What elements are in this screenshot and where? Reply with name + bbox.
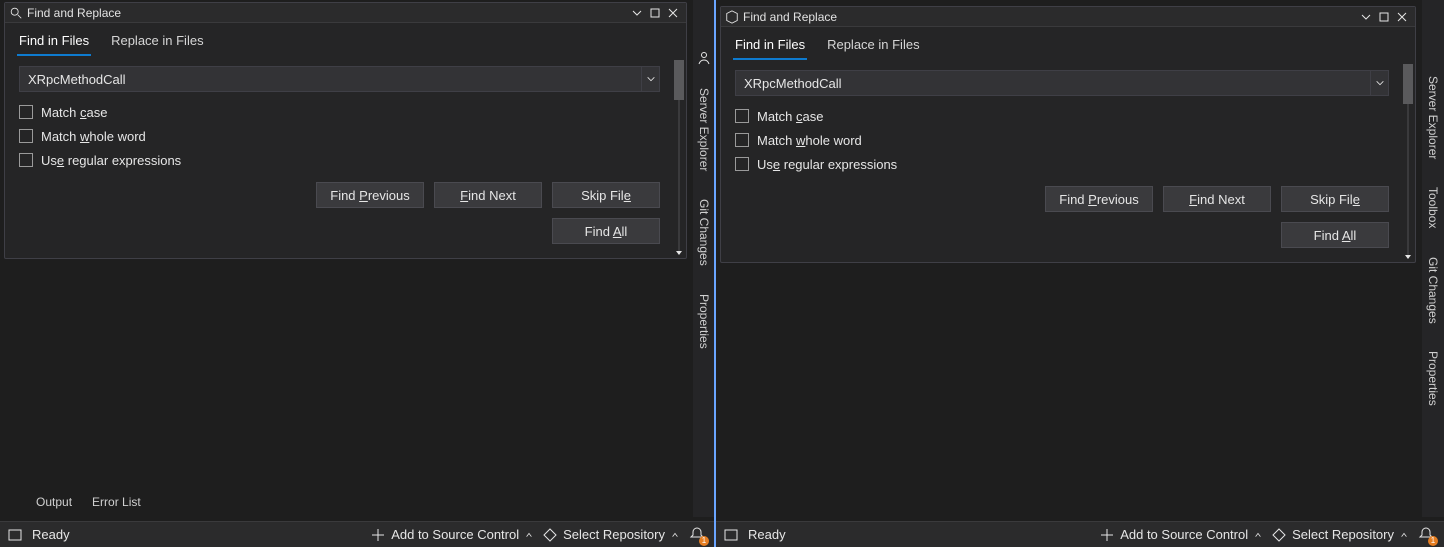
notif-badge: 1 bbox=[1428, 536, 1438, 546]
panel-title: Find and Replace bbox=[27, 6, 628, 20]
checkbox[interactable] bbox=[19, 105, 33, 119]
match-case-option[interactable]: Match case bbox=[19, 100, 672, 124]
find-next-button[interactable]: Find Next bbox=[434, 182, 542, 208]
whole-word-option[interactable]: Match whole word bbox=[19, 124, 672, 148]
checkbox[interactable] bbox=[19, 153, 33, 167]
regex-label: Use regular expressions bbox=[757, 157, 897, 172]
maximize-icon[interactable] bbox=[646, 5, 664, 21]
tab-find-in-files[interactable]: Find in Files bbox=[733, 33, 807, 60]
panel-title: Find and Replace bbox=[743, 10, 1357, 24]
bottom-tabs: Output Error List bbox=[28, 487, 149, 517]
match-case-label: Match case bbox=[757, 109, 823, 124]
search-input[interactable] bbox=[736, 76, 1370, 91]
search-term-combo[interactable] bbox=[19, 66, 660, 92]
dropdown-icon[interactable] bbox=[1357, 9, 1375, 25]
tab-replace-in-files[interactable]: Replace in Files bbox=[109, 29, 206, 56]
editor-area: Find and Replace Find in Files Replace i… bbox=[716, 0, 1444, 547]
sidebar-tab-git-changes[interactable]: Git Changes bbox=[1424, 251, 1442, 330]
whole-word-label: Match whole word bbox=[757, 133, 862, 148]
find-previous-button[interactable]: Find Previous bbox=[316, 182, 424, 208]
select-repository[interactable]: Select Repository bbox=[543, 527, 679, 542]
editor-area: Find and Replace Find in Files Replace i… bbox=[0, 0, 715, 547]
dropdown-icon[interactable] bbox=[628, 5, 646, 21]
find-previous-button[interactable]: Find Previous bbox=[1045, 186, 1153, 212]
sidebar-tab-server-explorer[interactable]: Server Explorer bbox=[695, 82, 713, 177]
regex-option[interactable]: Use regular expressions bbox=[735, 152, 1401, 176]
notifications-icon[interactable]: 1 bbox=[1418, 526, 1436, 544]
tab-find-in-files[interactable]: Find in Files bbox=[17, 29, 91, 56]
select-repository[interactable]: Select Repository bbox=[1272, 527, 1408, 542]
search-term-combo[interactable] bbox=[735, 70, 1389, 96]
status-ready: Ready bbox=[748, 527, 786, 542]
window-icon[interactable] bbox=[8, 528, 22, 542]
checkbox[interactable] bbox=[19, 129, 33, 143]
chevron-down-icon[interactable] bbox=[1370, 71, 1388, 95]
tab-output[interactable]: Output bbox=[32, 493, 76, 511]
find-replace-panel: Find and Replace Find in Files Replace i… bbox=[4, 2, 687, 259]
sidebar-tab-git-changes[interactable]: Git Changes bbox=[695, 193, 713, 272]
regex-option[interactable]: Use regular expressions bbox=[19, 148, 672, 172]
status-ready: Ready bbox=[32, 527, 70, 542]
notif-badge: 1 bbox=[699, 536, 709, 546]
search-input[interactable] bbox=[20, 72, 641, 87]
split-handle[interactable] bbox=[714, 0, 716, 547]
skip-file-button[interactable]: Skip File bbox=[1281, 186, 1389, 212]
close-icon[interactable] bbox=[664, 5, 682, 21]
checkbox[interactable] bbox=[735, 157, 749, 171]
skip-file-button[interactable]: Skip File bbox=[552, 182, 660, 208]
notifications-icon[interactable]: 1 bbox=[689, 526, 707, 544]
tab-error-list[interactable]: Error List bbox=[88, 493, 145, 511]
sidebar-tab-properties[interactable]: Properties bbox=[695, 288, 713, 355]
right-sidebar: Server Explorer Git Changes Properties bbox=[693, 0, 715, 517]
panel-scrollbar[interactable] bbox=[1403, 64, 1413, 258]
checkbox[interactable] bbox=[735, 109, 749, 123]
close-icon[interactable] bbox=[1393, 9, 1411, 25]
whole-word-option[interactable]: Match whole word bbox=[735, 128, 1401, 152]
add-to-source-control[interactable]: Add to Source Control bbox=[371, 527, 533, 542]
right-sidebar: Server Explorer Toolbox Git Changes Prop… bbox=[1422, 0, 1444, 517]
sidebar-tab-server-explorer[interactable]: Server Explorer bbox=[1424, 70, 1442, 165]
live-share-icon[interactable] bbox=[696, 50, 712, 66]
window-icon[interactable] bbox=[724, 528, 738, 542]
find-all-button[interactable]: Find All bbox=[552, 218, 660, 244]
checkbox[interactable] bbox=[735, 133, 749, 147]
find-all-button[interactable]: Find All bbox=[1281, 222, 1389, 248]
regex-label: Use regular expressions bbox=[41, 153, 181, 168]
maximize-icon[interactable] bbox=[1375, 9, 1393, 25]
sidebar-tab-toolbox[interactable]: Toolbox bbox=[1424, 181, 1442, 234]
status-bar: Ready Add to Source Control Select Repos… bbox=[0, 521, 715, 547]
search-icon bbox=[9, 6, 23, 20]
status-bar: Ready Add to Source Control Select Repos… bbox=[716, 521, 1444, 547]
find-next-button[interactable]: Find Next bbox=[1163, 186, 1271, 212]
chevron-down-icon[interactable] bbox=[641, 67, 659, 91]
vs-icon bbox=[725, 10, 739, 24]
find-replace-panel: Find and Replace Find in Files Replace i… bbox=[720, 6, 1416, 263]
panel-scrollbar[interactable] bbox=[674, 60, 684, 254]
match-case-label: Match case bbox=[41, 105, 107, 120]
whole-word-label: Match whole word bbox=[41, 129, 146, 144]
sidebar-tab-properties[interactable]: Properties bbox=[1424, 345, 1442, 412]
match-case-option[interactable]: Match case bbox=[735, 104, 1401, 128]
add-to-source-control[interactable]: Add to Source Control bbox=[1100, 527, 1262, 542]
tab-replace-in-files[interactable]: Replace in Files bbox=[825, 33, 922, 60]
